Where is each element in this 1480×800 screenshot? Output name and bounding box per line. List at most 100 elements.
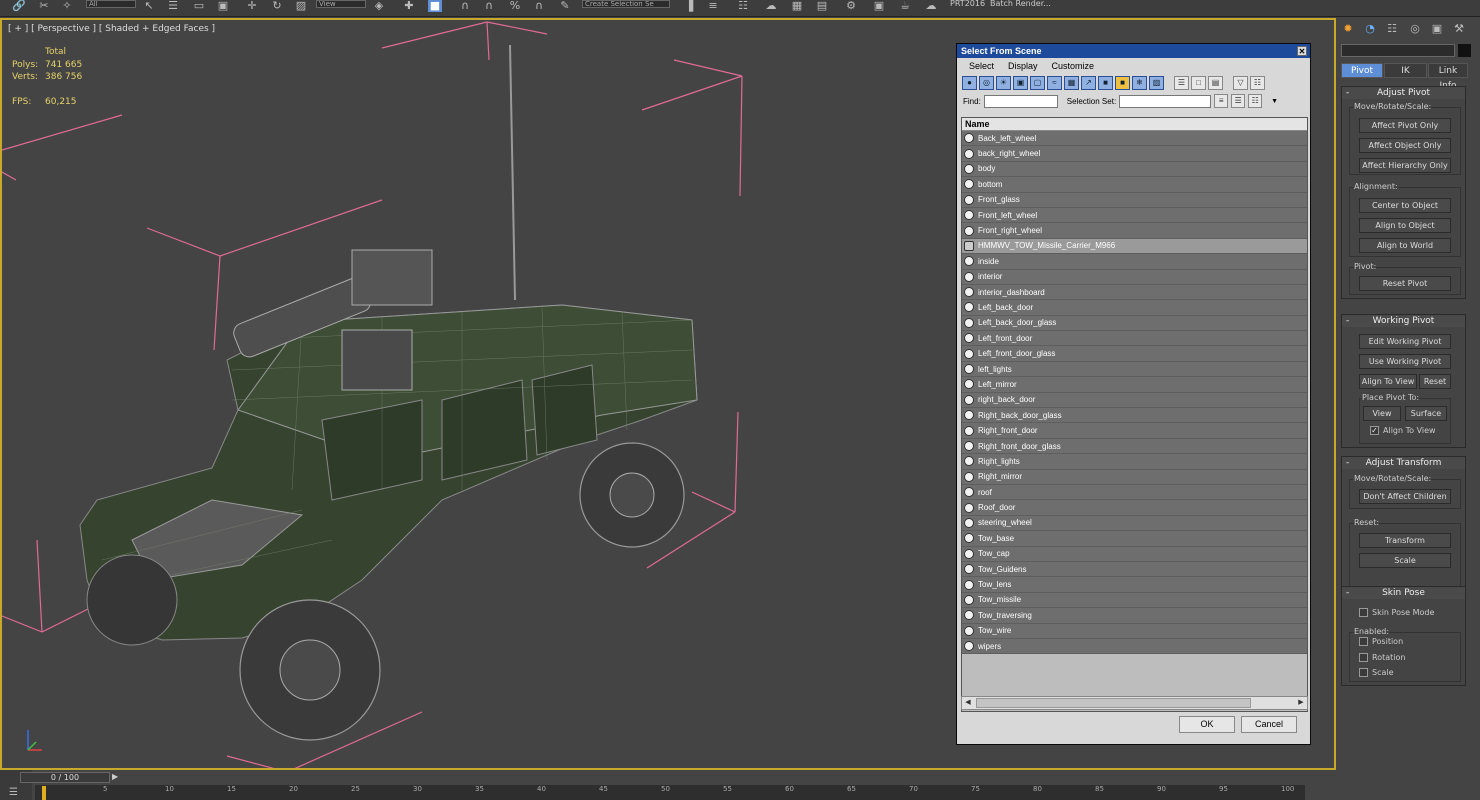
list-item[interactable]: Left_back_door	[962, 300, 1307, 316]
selection-set-dropdown[interactable]	[1119, 94, 1212, 108]
rendered-frame-window-icon[interactable]: ▣	[872, 0, 886, 12]
checkbox-unchecked-icon[interactable]	[1359, 608, 1368, 617]
place-pivot-surface-button[interactable]: Surface	[1405, 406, 1447, 421]
align-icon[interactable]: ≡	[706, 0, 720, 12]
list-item[interactable]: Front_right_wheel	[962, 223, 1307, 239]
scroll-left-icon[interactable]: ◀	[962, 697, 974, 709]
skin-pose-header[interactable]: - Skin Pose	[1342, 587, 1465, 599]
percent-snap-icon[interactable]: %	[508, 0, 522, 12]
rollout-toggle[interactable]: -	[1346, 457, 1349, 469]
list-item[interactable]: back_right_wheel	[962, 146, 1307, 162]
adjust-pivot-header[interactable]: - Adjust Pivot	[1342, 87, 1465, 99]
snaps-toggle-icon[interactable]: ∩	[458, 0, 472, 12]
render-in-cloud-icon[interactable]: ☁	[924, 0, 938, 12]
rotate-icon[interactable]: ↻	[270, 0, 284, 12]
hierarchy-tab-icon[interactable]: ☷	[1385, 22, 1399, 36]
bind-to-space-warp-icon[interactable]: ✧	[60, 0, 74, 12]
menu-display[interactable]: Display	[1008, 58, 1038, 74]
list-item[interactable]: roof	[962, 484, 1307, 501]
list-item[interactable]: Tow_lens	[962, 577, 1307, 593]
ok-button[interactable]: OK	[1179, 716, 1235, 733]
display-frozen-icon[interactable]: ❄	[1132, 76, 1147, 90]
batch-render-button[interactable]: Batch Render...	[990, 0, 1051, 8]
list-item[interactable]: body	[962, 161, 1307, 178]
reset-working-pivot-button[interactable]: Reset	[1419, 374, 1451, 389]
use-pivot-center-icon[interactable]: ◈	[372, 0, 386, 12]
object-color-swatch[interactable]	[1458, 44, 1471, 57]
material-editor-icon[interactable]: ▤	[815, 0, 829, 12]
layer-explorer-icon[interactable]: ☷	[736, 0, 750, 12]
rollout-toggle[interactable]: -	[1346, 315, 1349, 327]
place-pivot-view-button[interactable]: View	[1363, 406, 1401, 421]
current-frame-marker[interactable]	[42, 786, 46, 800]
list-item[interactable]: bottom	[962, 177, 1307, 193]
filter-icon[interactable]: ▽	[1233, 76, 1248, 90]
list-item[interactable]: Tow_base	[962, 531, 1307, 547]
close-icon[interactable]: ✕	[1297, 46, 1307, 56]
list-item[interactable]: Tow_Guidens	[962, 561, 1307, 578]
display-hidden-icon[interactable]: ▨	[1149, 76, 1164, 90]
skin-pose-mode-checkbox[interactable]: Skin Pose Mode	[1359, 608, 1434, 617]
affect-pivot-only-button[interactable]: Affect Pivot Only	[1359, 118, 1451, 133]
render-setup-icon[interactable]: ⚙	[844, 0, 858, 12]
select-and-link-icon[interactable]: 🔗	[12, 0, 26, 12]
list-item[interactable]: Right_lights	[962, 454, 1307, 470]
dont-affect-children-button[interactable]: Don't Affect Children	[1359, 489, 1451, 504]
create-tab-icon[interactable]: ✹	[1341, 22, 1355, 36]
remove-from-selection-set-icon[interactable]: ☷	[1248, 94, 1263, 108]
menu-customize[interactable]: Customize	[1052, 58, 1095, 74]
list-item[interactable]: left_lights	[962, 361, 1307, 378]
keyboard-shortcut-override-icon[interactable]: ■	[428, 0, 442, 12]
named-selection-field[interactable]: Create Selection Se	[582, 0, 670, 8]
scale-checkbox[interactable]: Scale	[1359, 668, 1394, 677]
render-production-icon[interactable]: ☕	[898, 0, 912, 12]
list-item[interactable]: right_back_door	[962, 392, 1307, 409]
list-item[interactable]: Tow_wire	[962, 623, 1307, 639]
list-item[interactable]: interior	[962, 269, 1307, 285]
dialog-title-bar[interactable]: Select From Scene ✕	[957, 44, 1310, 58]
list-item[interactable]: Left_front_door_glass	[962, 346, 1307, 362]
angle-snap-icon[interactable]: ∩	[482, 0, 496, 12]
tab-link-info[interactable]: Link Info	[1428, 63, 1468, 91]
working-pivot-header[interactable]: - Working Pivot	[1342, 315, 1465, 327]
select-all-icon[interactable]: ☰	[1174, 76, 1189, 90]
list-item[interactable]: interior_dashboard	[962, 284, 1307, 301]
list-item[interactable]: Front_glass	[962, 192, 1307, 208]
cancel-button[interactable]: Cancel	[1241, 716, 1297, 733]
adjust-transform-header[interactable]: - Adjust Transform	[1342, 457, 1465, 469]
list-item[interactable]: Right_front_door	[962, 423, 1307, 439]
motion-tab-icon[interactable]: ◎	[1408, 22, 1422, 36]
spinner-snap-icon[interactable]: ∩	[532, 0, 546, 12]
display-containers-icon[interactable]: ■	[1115, 76, 1130, 90]
affect-object-only-button[interactable]: Affect Object Only	[1359, 138, 1451, 153]
scrollbar-thumb[interactable]	[976, 698, 1251, 708]
edit-named-selection-icon[interactable]: ✎	[558, 0, 572, 12]
schematic-view-icon[interactable]: ▦	[790, 0, 804, 12]
center-to-object-button[interactable]: Center to Object	[1359, 198, 1451, 213]
object-name-field[interactable]	[1341, 44, 1455, 57]
scroll-right-icon[interactable]: ▶	[1295, 697, 1307, 709]
list-item[interactable]: inside	[962, 254, 1307, 270]
list-item[interactable]: Right_back_door_glass	[962, 408, 1307, 424]
scale-icon[interactable]: ▨	[294, 0, 308, 12]
list-item[interactable]: Tow_missile	[962, 592, 1307, 609]
select-none-icon[interactable]: □	[1191, 76, 1206, 90]
checkbox-unchecked-icon[interactable]	[1359, 653, 1368, 662]
display-lights-icon[interactable]: ☀	[996, 76, 1011, 90]
display-helpers-icon[interactable]: ▢	[1030, 76, 1045, 90]
prt-label[interactable]: PRT2016	[950, 0, 985, 8]
align-to-world-button[interactable]: Align to World	[1359, 238, 1451, 253]
checkbox-unchecked-icon[interactable]	[1359, 637, 1368, 646]
list-item[interactable]: Tow_traversing	[962, 608, 1307, 624]
curve-editor-icon[interactable]: ☁	[764, 0, 778, 12]
align-to-object-button[interactable]: Align to Object	[1359, 218, 1451, 233]
unlink-icon[interactable]: ✂	[37, 0, 51, 12]
select-object-icon[interactable]: ↖	[142, 0, 156, 12]
display-shapes-icon[interactable]: ◎	[979, 76, 994, 90]
select-invert-icon[interactable]: ▤	[1208, 76, 1223, 90]
reset-pivot-button[interactable]: Reset Pivot	[1359, 276, 1451, 291]
tab-pivot[interactable]: Pivot	[1341, 63, 1383, 78]
list-item[interactable]: HMMWV_TOW_Missile_Carrier_M966	[962, 238, 1307, 255]
list-item[interactable]: Left_back_door_glass	[962, 315, 1307, 332]
list-item[interactable]: wipers	[962, 638, 1307, 655]
